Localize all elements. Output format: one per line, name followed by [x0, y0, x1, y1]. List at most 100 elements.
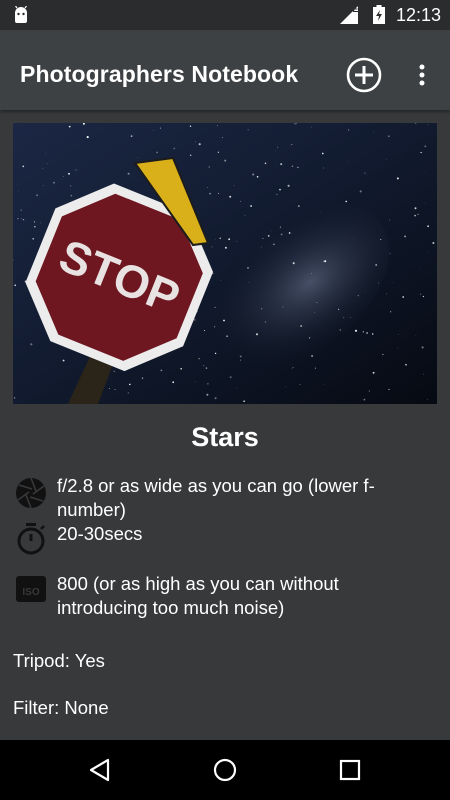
star-dot [350, 317, 351, 318]
star-dot [127, 172, 130, 175]
network-type-label: LTE [341, 4, 359, 14]
star-dot [36, 194, 38, 196]
star-dot [277, 146, 279, 148]
more-vert-icon[interactable] [412, 63, 432, 87]
star-dot [371, 333, 374, 335]
star-dot [424, 145, 427, 148]
star-dot [364, 172, 366, 174]
star-dot [292, 366, 294, 368]
star-dot [420, 293, 422, 295]
star-dot [427, 225, 429, 228]
star-dot [363, 398, 366, 401]
star-dot [256, 175, 259, 178]
star-dot [343, 317, 345, 319]
star-dot [415, 335, 417, 336]
star-dot [264, 162, 267, 165]
star-dot [141, 377, 144, 379]
star-dot [354, 329, 358, 332]
star-dot [280, 163, 283, 166]
star-dot [22, 218, 25, 221]
star-dot [250, 205, 253, 207]
star-dot [382, 353, 384, 355]
star-dot [240, 200, 242, 202]
star-dot [189, 125, 192, 127]
star-dot [224, 246, 227, 249]
star-dot [127, 392, 129, 394]
star-dot [432, 241, 435, 245]
star-dot [316, 302, 318, 304]
tripod-info: Tripod: Yes [13, 650, 105, 671]
star-dot [347, 129, 350, 131]
star-dot [224, 159, 227, 162]
star-dot [296, 123, 298, 125]
star-dot [375, 263, 378, 266]
star-dot [113, 370, 115, 373]
star-dot [380, 238, 382, 240]
star-dot [243, 400, 245, 402]
star-dot [279, 226, 281, 228]
star-dot [195, 141, 196, 143]
star-dot [398, 334, 399, 336]
star-dot [402, 296, 405, 298]
star-dot [156, 151, 158, 154]
star-dot [209, 192, 212, 195]
star-dot [311, 354, 314, 358]
star-dot [236, 387, 238, 389]
star-dot [42, 168, 44, 169]
star-dot [211, 246, 213, 248]
star-dot [20, 209, 22, 211]
star-dot [267, 235, 270, 237]
star-dot [347, 161, 349, 162]
star-dot [47, 163, 48, 164]
photo-illustration: STOP [13, 123, 437, 404]
star-dot [389, 219, 391, 221]
star-dot [359, 190, 362, 193]
star-dot [32, 237, 35, 240]
star-dot [345, 200, 348, 203]
star-dot [130, 135, 133, 137]
star-dot [260, 308, 263, 310]
star-dot [291, 368, 293, 369]
star-dot [214, 306, 216, 309]
star-dot [173, 147, 175, 150]
star-dot [205, 367, 208, 369]
star-dot [314, 367, 316, 369]
star-dot [404, 235, 407, 238]
star-dot [425, 202, 426, 204]
star-dot [366, 332, 368, 334]
star-dot [214, 352, 217, 355]
star-dot [299, 383, 301, 385]
star-dot [252, 173, 255, 176]
star-dot [229, 195, 232, 198]
star-dot [324, 260, 327, 263]
stopwatch-icon [17, 523, 45, 555]
iso-value: 800 (or as high as you can without intro… [57, 573, 339, 618]
star-dot [189, 154, 192, 157]
status-bar: LTE 12:13 [0, 0, 450, 30]
star-dot [84, 133, 85, 134]
star-dot [264, 321, 267, 323]
star-dot [262, 237, 264, 239]
navigation-bar [0, 740, 450, 800]
add-circle-icon[interactable] [346, 57, 382, 93]
star-dot [160, 369, 163, 372]
star-dot [368, 390, 370, 392]
star-dot [388, 388, 390, 390]
star-dot [233, 185, 235, 187]
star-dot [86, 136, 89, 139]
star-dot [203, 365, 205, 367]
star-dot [285, 386, 287, 388]
app-bar: Photographers Notebook [0, 30, 450, 110]
back-icon[interactable] [87, 757, 113, 783]
star-dot [311, 126, 313, 128]
star-dot [389, 253, 391, 255]
star-dot [323, 260, 324, 262]
recents-icon[interactable] [337, 757, 363, 783]
home-icon[interactable] [212, 757, 238, 783]
star-dot [323, 167, 325, 169]
star-dot [223, 319, 225, 322]
star-dot [279, 188, 281, 191]
star-dot [207, 383, 209, 385]
star-dot [152, 130, 154, 131]
star-dot [386, 293, 387, 295]
